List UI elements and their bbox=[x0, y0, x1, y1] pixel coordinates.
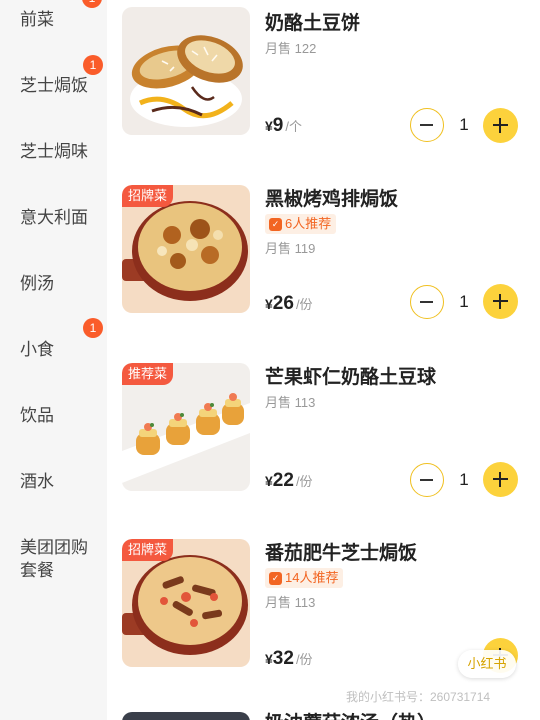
recommend-tag: ✓ 14人推荐 bbox=[265, 568, 344, 588]
cart-count-badge: 1 bbox=[82, 0, 102, 8]
price-value: 32 bbox=[272, 648, 294, 669]
dish-image[interactable] bbox=[122, 7, 250, 135]
sidebar-item-pasta[interactable]: 意大利面 bbox=[20, 206, 100, 229]
recommended-dish-tag: 推荐菜 bbox=[122, 363, 174, 385]
xiaohongshu-floating-chip[interactable]: 小红书 bbox=[458, 650, 516, 678]
recommend-tag: ✓ 6人推荐 bbox=[265, 214, 337, 234]
quantity-value: 1 bbox=[459, 292, 469, 311]
dish-image[interactable]: 招牌菜 bbox=[122, 539, 250, 667]
increase-quantity-button[interactable] bbox=[483, 108, 518, 143]
thumbs-up-icon: ✓ bbox=[269, 571, 282, 585]
sidebar-item-label: 例汤 bbox=[20, 274, 54, 293]
sidebar-item-label: 酒水 bbox=[20, 472, 54, 491]
dish-name: 奶酪土豆饼 bbox=[265, 13, 361, 34]
sidebar-item-group-buy-set[interactable]: 美团团购套餐 bbox=[20, 536, 92, 582]
dish-card[interactable]: 奶酪土豆饼 月售 122 ¥9/个 1 bbox=[107, 0, 540, 178]
dish-price: ¥9/个 bbox=[265, 115, 302, 137]
decrease-quantity-button[interactable] bbox=[410, 463, 444, 497]
sidebar-item-label: 小食 bbox=[20, 340, 54, 359]
dish-price: ¥26/份 bbox=[265, 293, 313, 315]
sidebar-item-label: 意大利面 bbox=[20, 208, 88, 227]
thumbs-up-icon: ✓ bbox=[269, 217, 282, 231]
price-value: 22 bbox=[272, 470, 294, 491]
dish-card[interactable]: 推荐菜 芒果虾仁奶酪土豆球 月售 113 ¥22/份 1 bbox=[107, 356, 540, 534]
dish-name: 奶油蘑菇浓汤（热） bbox=[265, 708, 436, 720]
dish-price: ¥22/份 bbox=[265, 470, 313, 492]
increase-quantity-button[interactable] bbox=[483, 462, 518, 497]
sidebar-item-soup[interactable]: 例汤 bbox=[20, 272, 100, 295]
decrease-quantity-button[interactable] bbox=[410, 108, 444, 142]
price-unit: /个 bbox=[285, 119, 302, 134]
dish-name: 黑椒烤鸡排焗饭 bbox=[265, 189, 399, 210]
price-unit: /份 bbox=[295, 652, 313, 667]
recommend-count: 6人推荐 bbox=[285, 216, 332, 231]
sidebar-item-cheese-baked-rice[interactable]: 芝士焗饭 bbox=[20, 74, 100, 97]
decrease-quantity-button[interactable] bbox=[410, 285, 444, 319]
monthly-sales: 月售 122 bbox=[265, 41, 317, 56]
monthly-sales: 月售 119 bbox=[265, 241, 316, 256]
sidebar-item-snacks[interactable]: 小食 bbox=[20, 338, 100, 361]
cart-count-badge: 1 bbox=[83, 55, 103, 75]
cart-count-badge: 1 bbox=[83, 318, 103, 338]
sidebar-item-cheese-baked[interactable]: 芝士焗味 bbox=[20, 140, 100, 163]
category-sidebar: 前菜 1 芝士焗饭 1 芝士焗味 意大利面 例汤 小食 1 饮品 酒水 美团团购… bbox=[0, 0, 107, 720]
dish-image[interactable] bbox=[122, 712, 250, 720]
price-unit: /份 bbox=[295, 297, 313, 312]
quantity-value: 1 bbox=[459, 470, 469, 489]
dish-name: 芒果虾仁奶酪土豆球 bbox=[265, 367, 437, 388]
sidebar-item-label: 前菜 bbox=[20, 10, 54, 29]
quantity-value: 1 bbox=[459, 115, 469, 134]
price-value: 9 bbox=[272, 115, 284, 136]
dish-image[interactable]: 推荐菜 bbox=[122, 363, 250, 491]
sidebar-item-label: 饮品 bbox=[20, 406, 54, 425]
dish-price: ¥32/份 bbox=[265, 648, 313, 670]
recommend-count: 14人推荐 bbox=[285, 570, 339, 585]
monthly-sales: 月售 113 bbox=[265, 395, 316, 410]
currency-symbol: ¥ bbox=[265, 651, 273, 667]
increase-quantity-button[interactable] bbox=[483, 284, 518, 319]
dish-card[interactable]: 招牌菜 番茄肥牛芝士焗饭 ✓ 14人推荐 月售 113 ¥32/份 bbox=[107, 534, 540, 712]
sidebar-item-alcohol[interactable]: 酒水 bbox=[20, 470, 100, 493]
dish-image[interactable]: 招牌菜 bbox=[122, 185, 250, 313]
monthly-sales: 月售 113 bbox=[265, 595, 316, 610]
sidebar-item-label: 芝士焗味 bbox=[20, 142, 88, 161]
sidebar-item-label: 美团团购套餐 bbox=[20, 538, 88, 580]
price-unit: /份 bbox=[295, 474, 313, 489]
sidebar-item-drinks[interactable]: 饮品 bbox=[20, 404, 100, 427]
currency-symbol: ¥ bbox=[265, 473, 273, 489]
price-value: 26 bbox=[272, 293, 294, 314]
dish-name: 番茄肥牛芝士焗饭 bbox=[265, 543, 418, 564]
currency-symbol: ¥ bbox=[265, 118, 273, 134]
currency-symbol: ¥ bbox=[265, 296, 273, 312]
watermark: 我的小红书号：260731714 bbox=[346, 690, 491, 704]
sidebar-item-appetizer[interactable]: 前菜 bbox=[20, 8, 100, 31]
signature-dish-tag: 招牌菜 bbox=[122, 185, 174, 207]
signature-dish-tag: 招牌菜 bbox=[122, 539, 174, 561]
sidebar-item-label: 芝士焗饭 bbox=[20, 76, 88, 95]
dish-card[interactable]: 招牌菜 黑椒烤鸡排焗饭 ✓ 6人推荐 月售 119 ¥26/份 1 bbox=[107, 178, 540, 356]
